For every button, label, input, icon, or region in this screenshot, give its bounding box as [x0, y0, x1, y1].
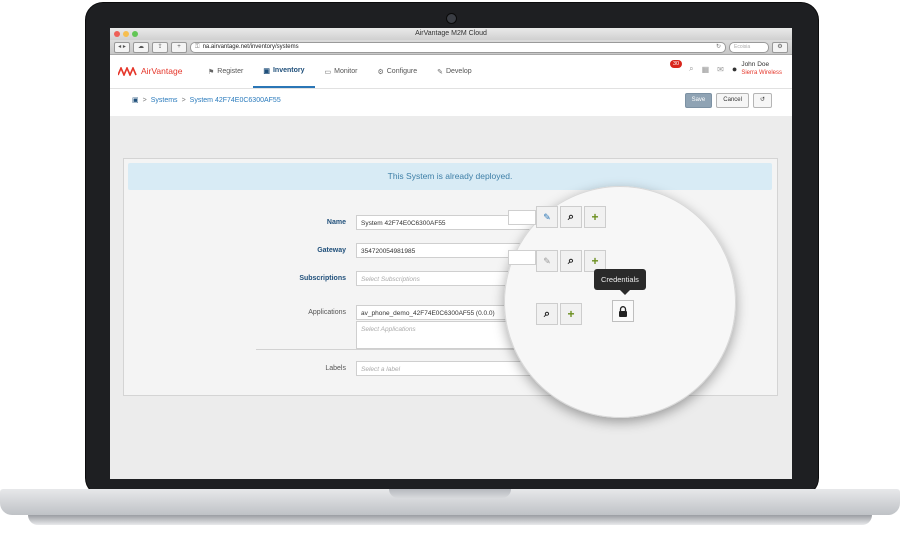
nav-develop-label: Develop [445, 68, 472, 75]
main-nav: ⚑ Register ▣ Inventory ▭ Monitor ⚙ Confi… [198, 55, 482, 88]
nav-monitor[interactable]: ▭ Monitor [315, 55, 368, 88]
save-button[interactable]: Save [684, 93, 713, 108]
nav-register[interactable]: ⚑ Register [198, 55, 253, 88]
inventory-home-icon[interactable]: ▣ [132, 96, 139, 104]
minimize-window-button[interactable] [123, 31, 129, 37]
laptop-base-shadow [28, 515, 872, 525]
cloud-icon[interactable]: ☁ [133, 41, 149, 53]
zoom-window-button[interactable] [132, 31, 138, 37]
gateway-label: Gateway [317, 247, 346, 254]
breadcrumb-current-system: System 42F74E0C6300AF55 [189, 96, 281, 104]
undo-button[interactable]: ↺ [752, 93, 772, 108]
breadcrumb-separator: > [142, 96, 147, 104]
laptop-notch [389, 489, 511, 498]
breadcrumb-separator: > [181, 96, 186, 104]
add-application-button[interactable]: + [560, 303, 582, 325]
pencil-icon: ✎ [543, 211, 551, 222]
wrench-icon: ✎ [437, 68, 443, 76]
brand-name: AirVantage [141, 66, 183, 76]
undo-icon: ↺ [759, 97, 765, 103]
search-icon[interactable]: ⌕ [689, 64, 693, 74]
notifications-icon[interactable]: ✉ [717, 65, 724, 74]
breadcrumb: ▣ > Systems > System 42F74E0C6300AF55 [132, 96, 281, 105]
browser-search-input[interactable]: Ecoisia [729, 41, 769, 53]
nav-inventory-label: Inventory [272, 67, 305, 74]
search-icon: ⌕ [567, 254, 575, 267]
new-tab-button[interactable]: + [171, 41, 187, 53]
breadcrumb-systems[interactable]: Systems [151, 97, 178, 104]
search-icon: ⌕ [543, 307, 551, 320]
header-right: ⌕ ▦ ✉ ● John Doe Sierra Wireless [689, 61, 782, 77]
gateway-input-zoomed[interactable] [508, 250, 536, 265]
brand-logo[interactable]: AirVantage [118, 66, 182, 76]
user-menu[interactable]: ● John Doe Sierra Wireless [732, 61, 782, 77]
edit-gateway-button[interactable]: ✎ [536, 250, 558, 272]
window-titlebar: AirVantage M2M Cloud [110, 28, 792, 40]
search-gateway-button[interactable]: ⌕ [560, 250, 582, 272]
nav-develop[interactable]: ✎ Develop [427, 55, 482, 88]
lock-icon: ⚿ [195, 43, 200, 50]
credentials-tooltip: Credentials [594, 269, 646, 295]
share-icon[interactable]: ⇪ [152, 41, 168, 53]
grid-icon[interactable]: ▦ [702, 65, 710, 74]
inventory-icon: ▣ [263, 67, 270, 75]
cancel-button[interactable]: Cancel [716, 93, 749, 108]
subscriptions-label: Subscriptions [299, 275, 346, 282]
nav-register-label: Register [217, 68, 244, 75]
monitor-icon: ▭ [324, 68, 332, 76]
plus-icon: + [591, 254, 599, 268]
window-controls [114, 31, 138, 37]
user-org: Sierra Wireless [741, 70, 782, 76]
credentials-button[interactable] [612, 300, 634, 322]
nav-configure-label: Configure [386, 68, 418, 75]
plus-icon: + [591, 210, 599, 224]
user-avatar-icon: ● [731, 64, 738, 74]
window-title: AirVantage M2M Cloud [415, 30, 487, 37]
pencil-icon: ✎ [543, 255, 551, 266]
browser-window: AirVantage M2M Cloud ◂ ▸ ☁ ⇪ + ⚿ na.airv… [110, 28, 792, 479]
labels-input[interactable]: Select a label [356, 361, 536, 376]
add-name-button[interactable]: + [584, 206, 606, 228]
reload-icon[interactable]: ↻ [716, 43, 725, 52]
search-icon: ⌕ [567, 210, 575, 223]
settings-icon[interactable]: ⚙ [772, 41, 788, 53]
search-name-button[interactable]: ⌕ [560, 206, 582, 228]
search-applications-button[interactable]: ⌕ [536, 303, 558, 325]
notification-badge: 30 [670, 60, 683, 68]
url-bar[interactable]: ⚿ na.airvantage.net/inventory/systems ↻ [190, 41, 726, 53]
nav-monitor-label: Monitor [334, 68, 358, 75]
lock-icon [619, 305, 627, 317]
name-label: Name [326, 219, 346, 226]
labels-label: Labels [325, 365, 346, 372]
camera-icon [446, 13, 457, 24]
applications-label: Applications [308, 309, 346, 316]
deployed-alert: This System is already deployed. [128, 163, 772, 190]
nav-configure[interactable]: ⚙ Configure [367, 55, 427, 88]
app-header: AirVantage ⚑ Register ▣ Inventory ▭ Moni… [110, 55, 792, 89]
back-forward-button[interactable]: ◂ ▸ [114, 41, 130, 53]
gear-icon: ⚙ [377, 68, 384, 76]
user-name: John Doe [741, 61, 770, 68]
name-input-zoomed[interactable] [508, 210, 536, 225]
browser-toolbar: ◂ ▸ ☁ ⇪ + ⚿ na.airvantage.net/inventory/… [110, 40, 792, 55]
close-window-button[interactable] [114, 31, 120, 37]
plus-icon: + [567, 307, 575, 321]
url-text: na.airvantage.net/inventory/systems [202, 43, 299, 50]
edit-name-button[interactable]: ✎ [536, 206, 558, 228]
flag-icon: ⚑ [208, 68, 215, 76]
airvantage-logo-icon [118, 66, 137, 76]
page-actions: Save Cancel ↺ [684, 93, 772, 108]
nav-inventory[interactable]: ▣ Inventory [253, 55, 315, 88]
